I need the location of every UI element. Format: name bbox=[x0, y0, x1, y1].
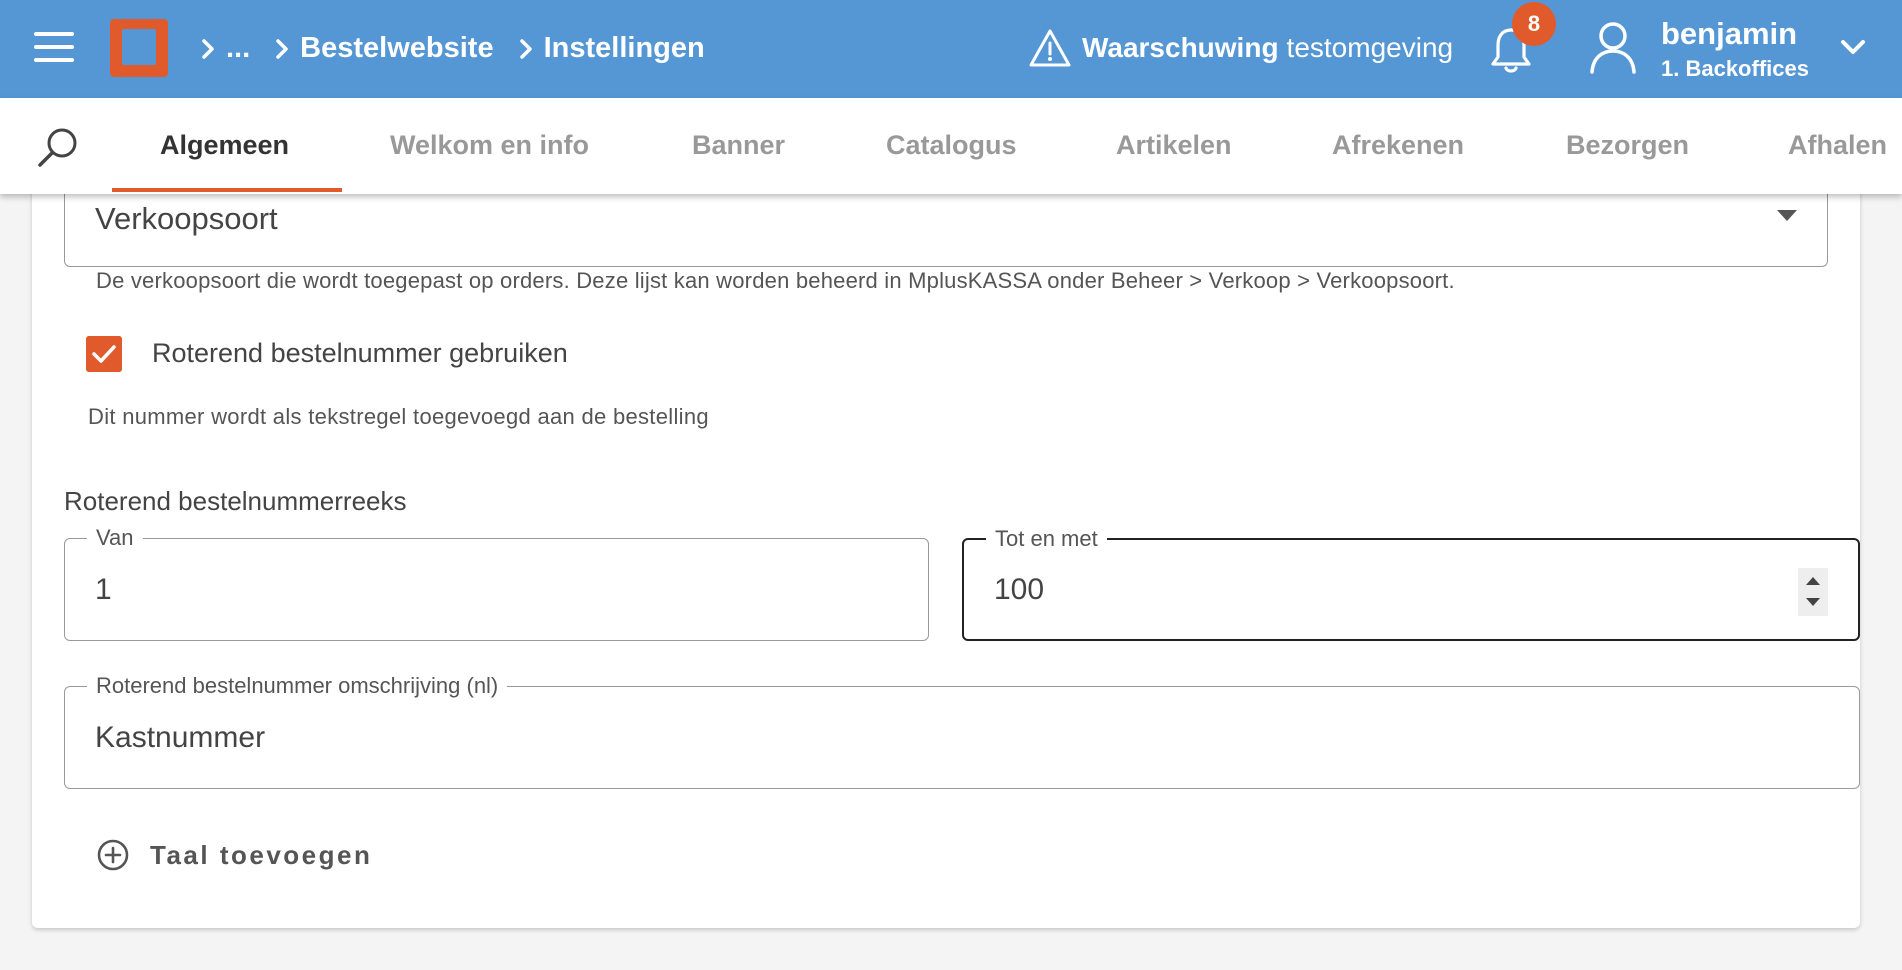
user-icon[interactable] bbox=[1588, 20, 1638, 74]
hamburger-icon[interactable] bbox=[34, 32, 74, 64]
app-logo[interactable] bbox=[110, 19, 168, 77]
add-language-label: Taal toevoegen bbox=[150, 839, 373, 870]
notification-badge[interactable]: 8 bbox=[1512, 2, 1556, 46]
rotating-number-help: Dit nummer wordt als tekstregel toegevoe… bbox=[88, 404, 709, 429]
chevron-right-icon bbox=[202, 38, 214, 59]
range-from-input[interactable]: 1 bbox=[95, 573, 112, 607]
tab-bar: Algemeen Welkom en info Banner Catalogus… bbox=[0, 98, 1902, 194]
settings-card: Verkoopsoort De verkoopsoort die wordt t… bbox=[32, 160, 1860, 928]
search-icon[interactable] bbox=[36, 126, 80, 168]
verkoopsoort-help: De verkoopsoort die wordt toegepast op o… bbox=[96, 268, 1455, 293]
tab-banner[interactable]: Banner bbox=[692, 130, 785, 161]
warning-text: testomgeving bbox=[1286, 32, 1454, 63]
range-to-input[interactable]: 100 bbox=[994, 573, 1044, 607]
chevron-down-icon[interactable] bbox=[1838, 36, 1868, 58]
tab-algemeen[interactable]: Algemeen bbox=[160, 130, 289, 161]
user-name[interactable]: benjamin bbox=[1661, 16, 1797, 52]
add-language-button[interactable]: Taal toevoegen bbox=[96, 838, 372, 872]
verkoopsoort-value: Verkoopsoort bbox=[95, 201, 278, 236]
description-legend: Roterend bestelnummer omschrijving (nl) bbox=[87, 673, 508, 699]
spinner-up-icon[interactable] bbox=[1806, 577, 1820, 585]
environment-warning: Waarschuwing testomgeving bbox=[1028, 28, 1453, 68]
breadcrumb: ... Bestelwebsite Instellingen bbox=[198, 32, 727, 65]
range-to-field[interactable]: Tot en met 100 bbox=[962, 526, 1860, 641]
spinner-down-icon[interactable] bbox=[1806, 598, 1820, 606]
user-organisation[interactable]: 1. Backoffices bbox=[1661, 56, 1809, 82]
range-to-legend: Tot en met bbox=[986, 526, 1107, 552]
description-field[interactable]: Roterend bestelnummer omschrijving (nl) … bbox=[64, 673, 1860, 789]
dropdown-arrow-icon bbox=[1777, 210, 1797, 221]
tab-afhalen[interactable]: Afhalen bbox=[1788, 130, 1887, 161]
chevron-right-icon bbox=[276, 38, 288, 59]
tab-bezorgen[interactable]: Bezorgen bbox=[1566, 130, 1689, 161]
tab-welkom-en-info[interactable]: Welkom en info bbox=[390, 130, 589, 161]
range-from-field[interactable]: Van 1 bbox=[64, 525, 929, 641]
plus-circle-icon bbox=[97, 839, 129, 871]
breadcrumb-instellingen: Instellingen bbox=[543, 32, 705, 64]
description-input[interactable]: Kastnummer bbox=[95, 721, 265, 755]
breadcrumb-ellipsis[interactable]: ... bbox=[226, 32, 250, 65]
breadcrumb-bestelwebsite[interactable]: Bestelwebsite bbox=[300, 32, 493, 65]
range-section-label: Roterend bestelnummerreeks bbox=[64, 486, 407, 516]
top-bar: ... Bestelwebsite Instellingen Waarschuw… bbox=[0, 0, 1902, 98]
range-from-legend: Van bbox=[87, 525, 143, 551]
chevron-right-icon bbox=[519, 38, 532, 59]
number-spinner[interactable] bbox=[1798, 568, 1828, 616]
rotating-number-checkbox[interactable] bbox=[86, 336, 122, 372]
tab-catalogus[interactable]: Catalogus bbox=[886, 130, 1017, 161]
active-tab-indicator bbox=[112, 188, 342, 192]
warning-label: Waarschuwing bbox=[1082, 32, 1279, 63]
warning-triangle-icon bbox=[1029, 29, 1071, 67]
tab-afrekenen[interactable]: Afrekenen bbox=[1332, 130, 1464, 161]
tab-artikelen[interactable]: Artikelen bbox=[1116, 130, 1232, 161]
rotating-number-checkbox-label[interactable]: Roterend bestelnummer gebruiken bbox=[152, 338, 568, 369]
